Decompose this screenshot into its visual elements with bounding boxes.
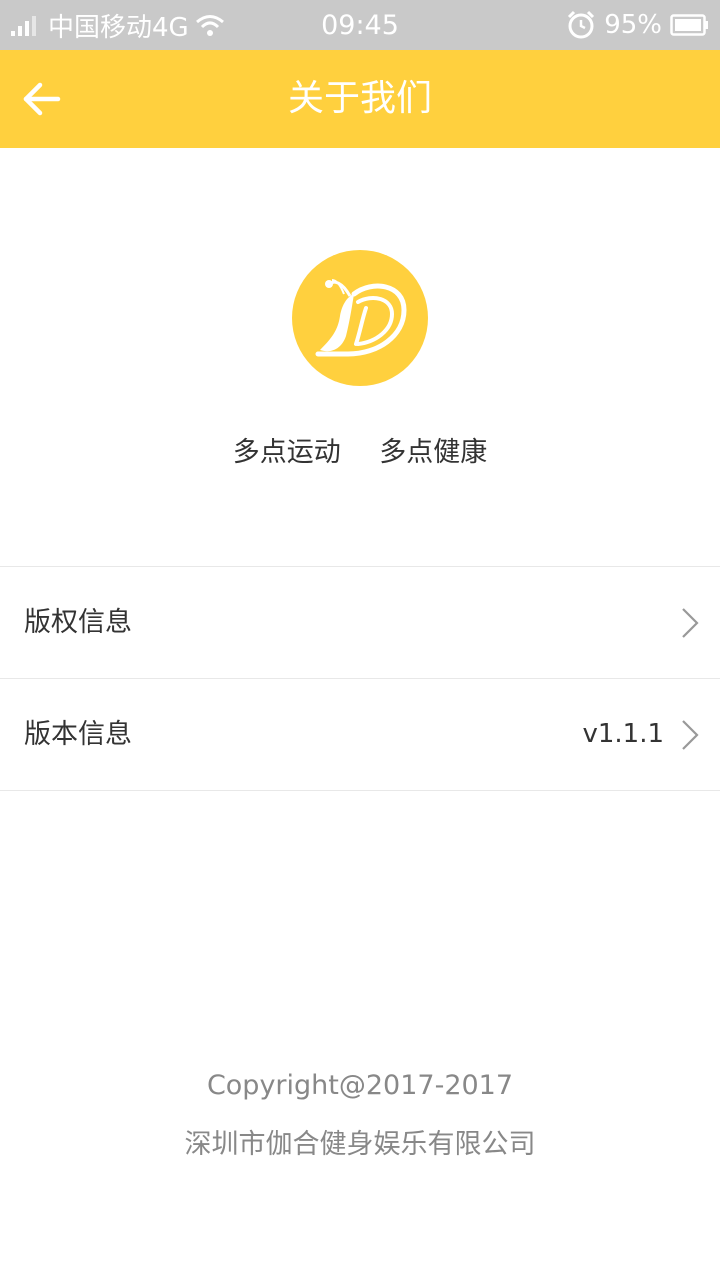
status-right: 95% (566, 0, 710, 50)
app-logo (292, 250, 428, 386)
version-info-label: 版本信息 (24, 719, 132, 750)
copyright-text: Copyright@2017-2017 (206, 1070, 514, 1101)
nav-bar: 关于我们 (0, 50, 720, 148)
chevron-right-icon (682, 608, 699, 638)
settings-list: 版权信息 版本信息 v1.1.1 (0, 566, 720, 791)
copyright-info-label: 版权信息 (24, 607, 132, 638)
version-info-row[interactable]: 版本信息 v1.1.1 (0, 678, 720, 791)
copyright-info-row[interactable]: 版权信息 (0, 566, 720, 678)
alarm-icon (568, 10, 595, 39)
chevron-right-icon (682, 720, 699, 750)
snail-logo-icon (292, 250, 428, 386)
page-title: 关于我们 (287, 78, 432, 119)
battery-icon (670, 14, 708, 36)
slogan-health: 多点健康 (379, 437, 488, 468)
battery-percent: 95% (604, 10, 662, 40)
status-bar: 中国移动4G 09:45 95% (0, 0, 720, 50)
slogan-sport: 多点运动 (232, 437, 341, 468)
version-number: v1.1.1 (582, 719, 664, 749)
company-name: 深圳市伽合健身娱乐有限公司 (184, 1129, 536, 1160)
slogan: 多点运动 多点健康 (0, 430, 720, 469)
